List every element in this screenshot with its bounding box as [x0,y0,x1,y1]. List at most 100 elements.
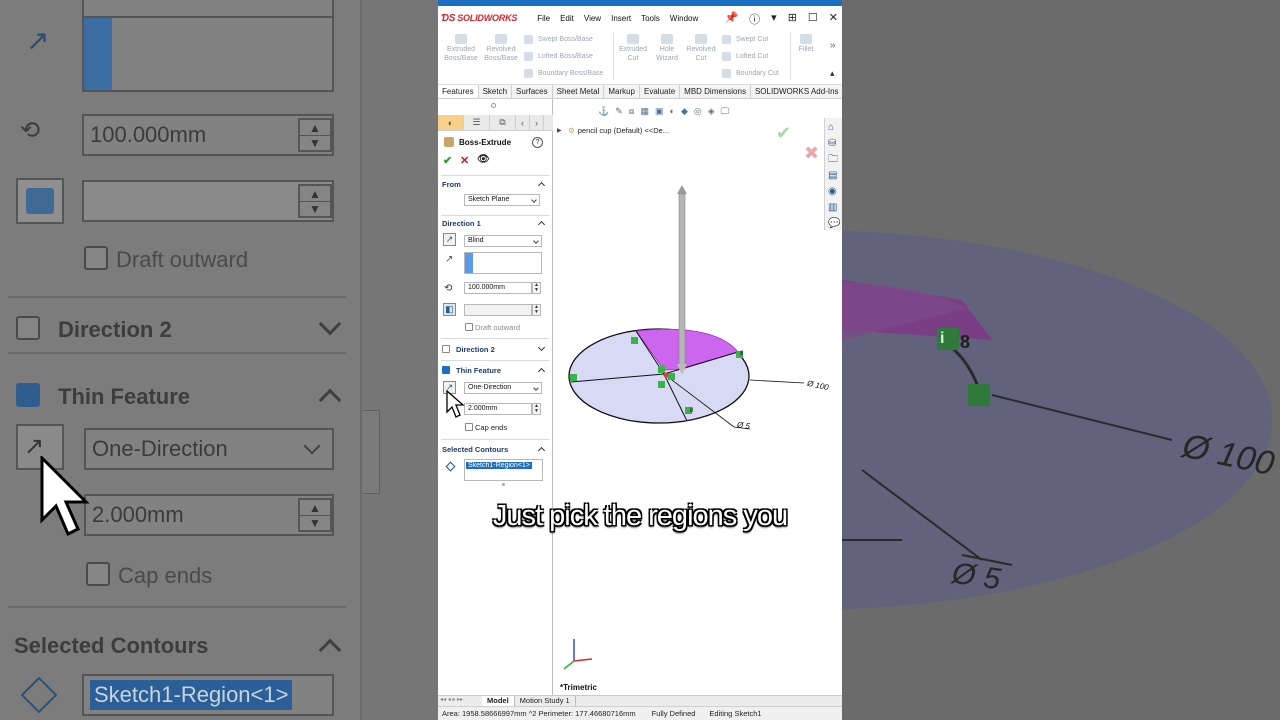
help-icon[interactable]: ⓘ [749,11,760,27]
panel-grip-icon[interactable] [491,103,496,108]
chevron-up-icon[interactable] [537,446,546,455]
chevron-up-icon[interactable] [537,367,546,376]
thin-type-value: One-Direction [468,384,512,391]
tab-mbd-dimensions[interactable]: MBD Dimensions [680,85,751,98]
selected-contours-heading: Selected Contours [442,445,509,454]
from-select[interactable]: Sketch Plane [464,194,540,206]
divider [441,338,549,339]
background-spinner: ▲ ▼ [298,118,332,152]
depth-input[interactable]: 100.000mm [464,282,532,294]
menu-insert[interactable]: Insert [611,14,631,23]
revolved-boss-label: Revolved Boss/Base [484,46,518,62]
ok-check-icon[interactable]: ✔ [443,154,452,167]
extruded-cut-button[interactable]: Extruded Cut [616,34,650,63]
chevron-down-icon [531,197,537,203]
configuration-manager-tab-icon[interactable]: ⧉ [490,115,516,130]
close-icon[interactable]: ✕ [829,11,838,27]
revolved-boss-button[interactable]: Revolved Boss/Base [482,34,520,63]
extruded-cut-icon [627,34,639,44]
dropdown-icon[interactable]: ▾ [771,11,777,27]
boundary-boss-button[interactable]: Boundary Boss/Base [524,69,603,78]
property-manager-tab-icon[interactable]: ☰ [464,115,490,130]
boundary-cut-button[interactable]: Boundary Cut [722,69,779,78]
feature-title: Boss-Extrude [444,137,511,147]
thin-feature-checkbox[interactable] [442,366,450,374]
background-field [82,16,334,92]
menu-tools[interactable]: Tools [641,14,660,23]
hole-wizard-button[interactable]: Hole Wizard [651,34,683,63]
swept-boss-button[interactable]: Swept Boss/Base [524,35,593,44]
tab-scroll-left-icon[interactable]: ‹ [516,115,530,130]
preview-eye-icon[interactable]: 👁 [477,154,490,165]
thin-type-select[interactable]: One-Direction [464,382,542,394]
end-condition-value: Blind [468,237,484,244]
help-icon[interactable]: ? [532,137,543,148]
contour-icon [20,676,58,714]
pin-icon[interactable]: 📌 [724,11,738,27]
menu-file[interactable]: File [537,14,550,23]
solidworks-window: ƊS SOLIDWORKS File Edit View Insert Tool… [438,0,842,720]
tab-scroll-arrows-icon[interactable]: ◂◂ ◂ ▸ ▸▸ [438,696,482,706]
draft-spinner[interactable]: ▲ ▼ [532,304,541,316]
background-type-value: One-Direction [92,436,228,461]
tab-evaluate[interactable]: Evaluate [640,85,681,98]
selection-highlight [84,18,112,90]
lofted-boss-button[interactable]: Lofted Boss/Base [524,52,593,61]
ribbon-collapse-icon[interactable]: ▴ [830,68,835,79]
menu-window[interactable]: Window [670,14,698,23]
tab-surfaces[interactable]: Surfaces [512,85,553,98]
tab-scroll-right-icon[interactable]: › [530,115,544,130]
menu-view[interactable]: View [584,14,601,23]
cap-ends-checkbox[interactable] [465,423,473,431]
selected-contours-list[interactable]: Sketch1-Region<1> [464,459,543,481]
direction1-heading: Direction 1 [442,219,481,228]
thickness-spinner[interactable]: ▲ ▼ [532,403,541,415]
draft-icon [16,178,64,224]
divider [8,352,346,354]
tab-model[interactable]: Model [482,696,515,706]
divider [8,606,346,608]
tab-features[interactable]: Features [438,85,479,98]
depth-spinner[interactable]: ▲ ▼ [532,282,541,294]
revolved-cut-button[interactable]: Revolved Cut [684,34,718,63]
background-panel: ↗ ⟲ 100.000mm ▲ ▼ ▲ ▼ Draft outward Direct… [0,0,362,720]
video-caption: Just pick the regions you [492,500,788,532]
feature-manager-tab-icon[interactable]: ◐ [438,115,464,130]
thickness-input[interactable]: 2.000mm [464,403,532,415]
direction2-checkbox[interactable] [442,345,450,353]
reverse-direction-icon[interactable]: ↗ [443,233,456,246]
lofted-cut-button[interactable]: Lofted Cut [722,52,768,61]
swept-cut-button[interactable]: Swept Cut [722,35,768,44]
direction-reference-field[interactable] [464,252,542,274]
dimension-diameter-5[interactable]: Ø 5 [736,420,750,431]
extruded-boss-button[interactable]: Extruded Boss/Base [442,34,480,63]
draft-outward-checkbox[interactable] [465,323,473,331]
menu-edit[interactable]: Edit [560,14,574,23]
cancel-x-icon[interactable]: ✕ [460,154,469,167]
ribbon-expand-icon[interactable]: » [830,40,836,51]
contour-icon [445,461,456,472]
tab-motion-study-1[interactable]: Motion Study 1 [515,696,576,706]
fillet-button[interactable]: Fillet [794,34,818,54]
tab-sheet-metal[interactable]: Sheet Metal [553,85,605,98]
draft-icon[interactable]: ◧ [443,303,456,316]
divider [8,296,346,298]
tab-markup[interactable]: Markup [604,85,641,98]
maximize-icon[interactable]: ☐ [808,11,818,27]
chevron-down-icon [533,385,539,391]
selected-contour-item[interactable]: Sketch1-Region<1> [466,462,532,469]
selection-highlight [465,253,473,273]
solidworks-logo: ƊS SOLIDWORKS [441,13,517,24]
tile-icon[interactable]: ⊞ [788,11,797,27]
menu-bar: ƊS SOLIDWORKS File Edit View Insert Tool… [438,6,842,30]
from-heading: From [442,180,461,189]
direction-arrow-icon: ↗ [26,25,50,56]
chevron-up-icon[interactable] [537,220,546,229]
draft-angle-input[interactable] [464,304,532,316]
tab-sketch[interactable]: Sketch [479,85,513,98]
tab-solidworks-add-ins[interactable]: SOLIDWORKS Add-Ins [751,85,842,98]
resize-grip-icon[interactable] [502,483,505,486]
end-condition-select[interactable]: Blind [464,235,542,247]
chevron-down-icon[interactable] [537,343,546,352]
chevron-up-icon[interactable] [537,181,546,190]
